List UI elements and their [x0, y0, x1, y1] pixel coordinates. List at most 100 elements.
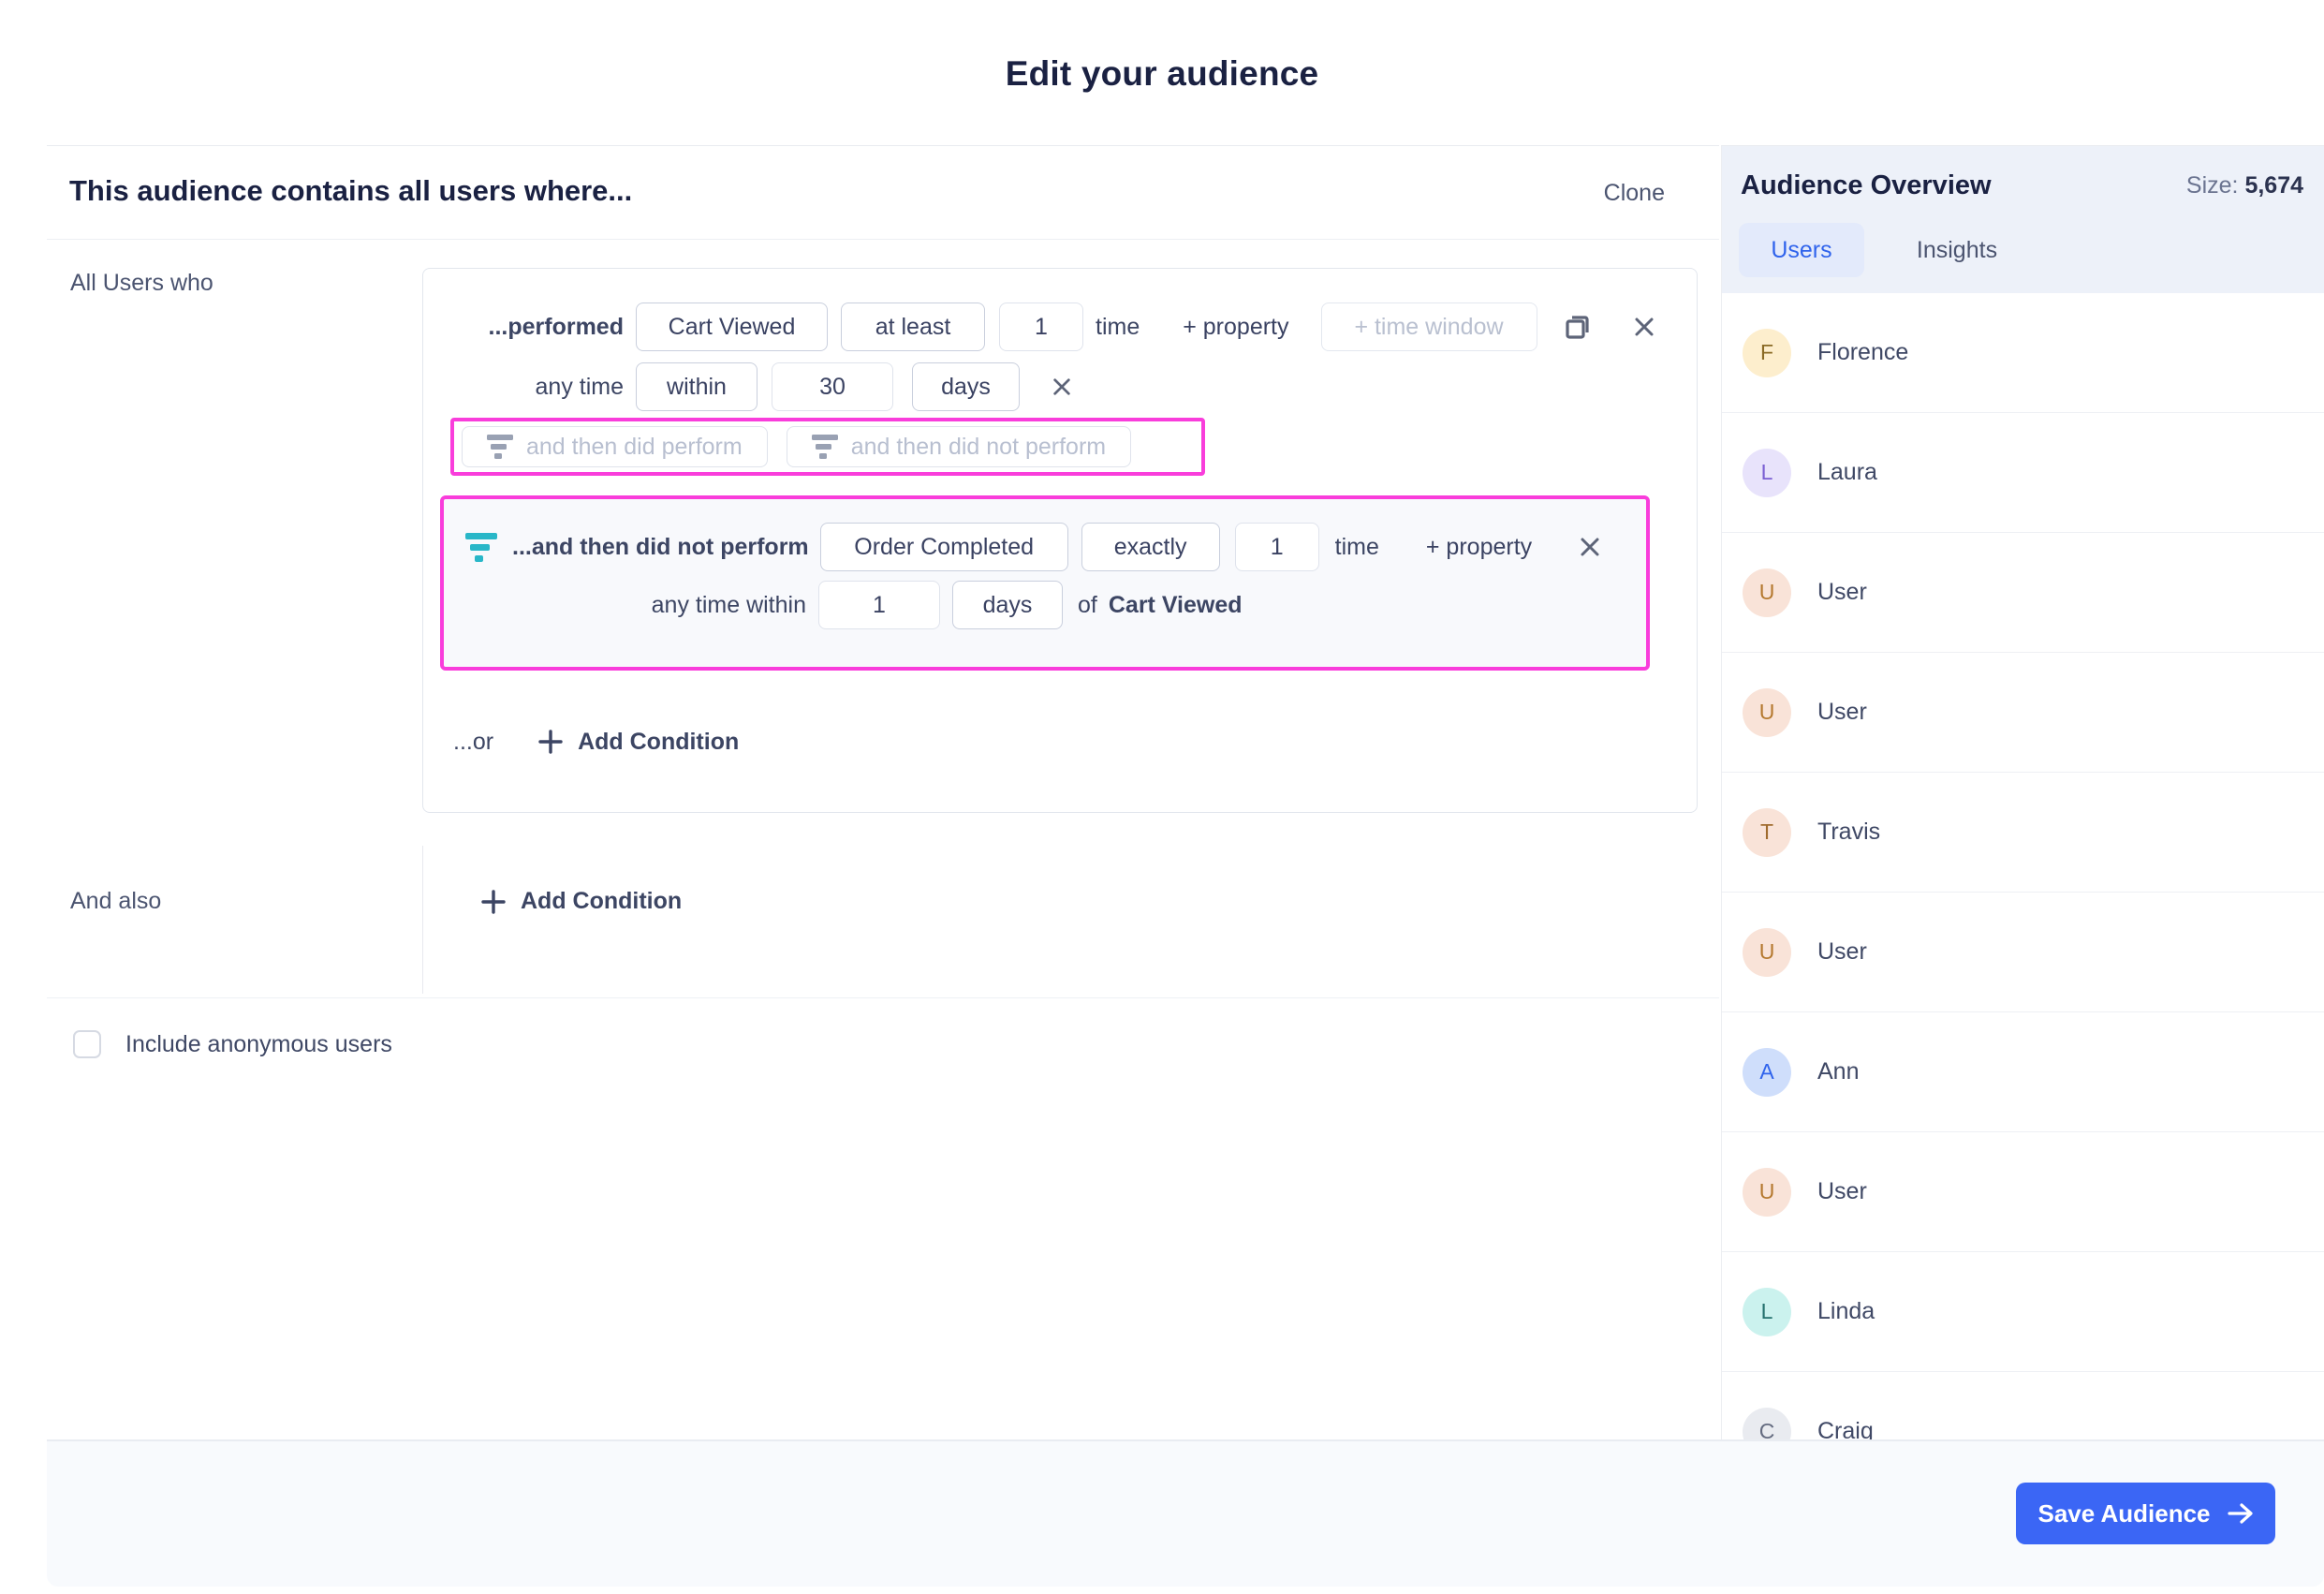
user-name: User: [1817, 699, 1867, 725]
or-row: ...or Add Condition: [423, 727, 739, 757]
any-time-label: any time: [535, 373, 624, 400]
remove-window-button[interactable]: [1052, 376, 1072, 397]
condition1-row2: any time within days: [423, 362, 1697, 411]
user-list-item[interactable]: T Travis: [1722, 773, 2324, 893]
include-anonymous-label: Include anonymous users: [125, 1030, 392, 1057]
user-list-item[interactable]: L Linda: [1722, 1252, 2324, 1372]
audience-size: Size: 5,674: [2186, 172, 2303, 199]
condition2-row1: ...and then did not perform Order Comple…: [444, 523, 1646, 571]
builder-header: This audience contains all users where..…: [47, 146, 1719, 240]
tab-users[interactable]: Users: [1739, 223, 1864, 277]
and-then-did-not-perform-button[interactable]: and then did not perform: [786, 426, 1132, 467]
builder-heading: This audience contains all users where..…: [69, 174, 633, 207]
save-audience-label: Save Audience: [2037, 1498, 2211, 1528]
unit-select-2[interactable]: days: [952, 581, 1063, 629]
user-name: Travis: [1817, 819, 1881, 845]
overview-header: Audience Overview Size: 5,674 Users Insi…: [1722, 146, 2324, 293]
and-then-did-perform-button[interactable]: and then did perform: [462, 426, 768, 467]
funnel-icon: [487, 433, 513, 461]
audience-overview-panel: Audience Overview Size: 5,674 Users Insi…: [1721, 145, 2324, 1439]
and-also-divider: [422, 846, 423, 994]
overview-title: Audience Overview: [1741, 170, 1992, 200]
avatar: L: [1743, 448, 1791, 497]
user-list-item[interactable]: A Ann: [1722, 1012, 2324, 1132]
operator-select-2[interactable]: exactly: [1081, 523, 1220, 571]
funnel-icon: [811, 433, 838, 461]
time-label-2: time: [1334, 533, 1379, 560]
tab-insights[interactable]: Insights: [1887, 223, 2027, 277]
time-window-input[interactable]: [1320, 303, 1537, 351]
unit-select[interactable]: days: [912, 362, 1020, 411]
avatar: L: [1743, 1287, 1791, 1336]
avatar: U: [1743, 1167, 1791, 1217]
avatar: U: [1743, 927, 1791, 977]
section-divider: [47, 997, 1719, 998]
window-value-input[interactable]: [772, 362, 893, 411]
avatar: T: [1743, 807, 1791, 857]
of-label: of: [1078, 591, 1097, 618]
copy-icon: [1562, 311, 1594, 343]
avatar: A: [1743, 1047, 1791, 1097]
user-list-item[interactable]: U User: [1722, 653, 2324, 773]
remove-condition2-button[interactable]: [1579, 536, 1601, 558]
user-list-item[interactable]: L Laura: [1722, 413, 2324, 533]
all-users-who-label: All Users who: [70, 270, 213, 296]
user-list: F Florence L Laura U User U User T Travi…: [1722, 293, 2324, 1439]
condition1-row1: ...performed Cart Viewed at least time +…: [423, 303, 1697, 351]
include-anonymous-checkbox[interactable]: [73, 1030, 101, 1058]
page-title: Edit your audience: [1005, 54, 1319, 93]
count-input-2[interactable]: [1234, 523, 1319, 571]
add-condition-button-2[interactable]: Add Condition: [481, 888, 682, 915]
subcondition-highlight: ...and then did not perform Order Comple…: [440, 495, 1650, 671]
add-property-link-2[interactable]: + property: [1426, 534, 1532, 561]
avatar: U: [1743, 568, 1791, 617]
close-icon: [1633, 316, 1655, 338]
user-list-item[interactable]: U User: [1722, 1132, 2324, 1252]
event-select-2[interactable]: Order Completed: [819, 523, 1068, 571]
count-input[interactable]: [999, 303, 1083, 351]
remove-condition-button[interactable]: [1633, 316, 1655, 338]
any-time-within-label: any time within: [651, 591, 806, 618]
operator-select[interactable]: at least: [841, 303, 985, 351]
and-also-label: And also: [70, 888, 162, 914]
user-name: Ann: [1817, 1058, 1860, 1085]
avatar: F: [1743, 328, 1791, 377]
close-icon: [1579, 536, 1601, 558]
user-name: Florence: [1817, 339, 1909, 365]
user-list-item[interactable]: U User: [1722, 893, 2324, 1012]
add-property-link[interactable]: + property: [1183, 314, 1288, 341]
clone-button[interactable]: Clone: [1604, 180, 1665, 207]
event-select[interactable]: Cart Viewed: [636, 303, 828, 351]
user-name: Laura: [1817, 459, 1877, 485]
avatar: U: [1743, 687, 1791, 737]
performed-label: ...performed: [488, 313, 624, 340]
edit-audience-page: Edit your audience This audience contain…: [0, 0, 2324, 1594]
user-name: Craig: [1817, 1418, 1874, 1439]
of-event-label: Cart Viewed: [1108, 591, 1243, 618]
close-icon: [1052, 376, 1072, 397]
user-list-item[interactable]: F Florence: [1722, 293, 2324, 413]
add-condition-label: Add Condition: [578, 728, 740, 755]
plus-icon: [538, 730, 563, 754]
window-value-input-2[interactable]: [818, 581, 940, 629]
add-condition-button[interactable]: Add Condition: [538, 729, 739, 756]
anonymous-users-row: Include anonymous users: [73, 1030, 392, 1058]
audience-builder-card: This audience contains all users where..…: [47, 145, 1719, 1439]
and-then-did-perform-label: and then did perform: [526, 433, 743, 460]
user-list-item[interactable]: C Craig: [1722, 1372, 2324, 1439]
plus-icon: [481, 889, 506, 914]
user-name: Linda: [1817, 1298, 1875, 1324]
user-list-item[interactable]: U User: [1722, 533, 2324, 653]
and-then-did-not-perform-label: and then did not perform: [850, 433, 1107, 460]
condition-group: ...performed Cart Viewed at least time +…: [422, 268, 1698, 813]
within-select[interactable]: within: [636, 362, 758, 411]
condition2-row2: any time within days of Cart Viewed: [444, 581, 1646, 629]
user-name: User: [1817, 938, 1867, 965]
sequence-buttons-highlight: and then did perform and then did not pe…: [450, 418, 1205, 476]
save-audience-button[interactable]: Save Audience: [2016, 1483, 2275, 1544]
avatar: C: [1743, 1407, 1791, 1439]
user-name: User: [1817, 579, 1867, 605]
duplicate-condition-button[interactable]: [1562, 311, 1594, 343]
or-label: ...or: [453, 728, 494, 755]
arrow-right-icon: [2227, 1502, 2254, 1525]
